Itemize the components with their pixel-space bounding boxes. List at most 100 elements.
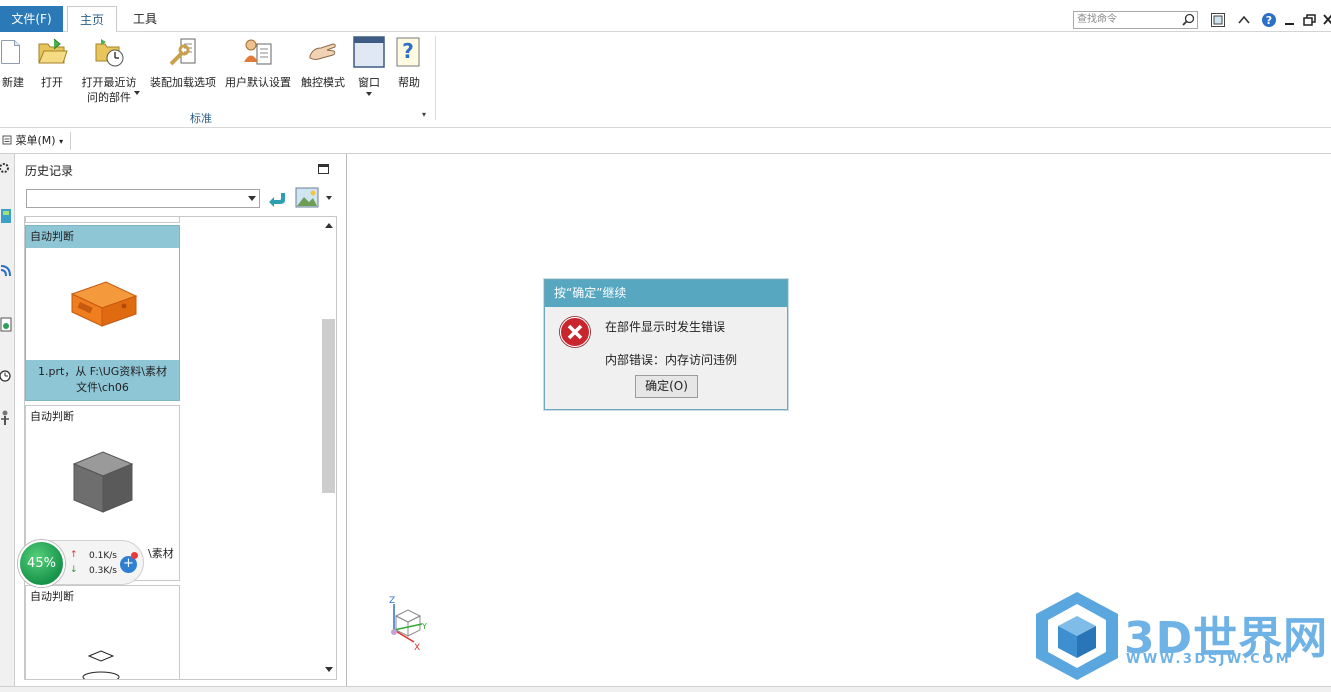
- card-path-2: 文件\ch06: [76, 381, 129, 394]
- sketch-part-icon: [82, 650, 120, 679]
- part-thumbnail: [26, 248, 179, 360]
- part-navigator-icon[interactable]: [0, 314, 14, 334]
- download-arrow-icon: ↓: [70, 565, 78, 575]
- panel-title: 历史记录: [25, 164, 74, 178]
- list-item[interactable]: 自动判断 1.prt，从 F:\UG资料\素材 文件\ch06: [25, 225, 180, 401]
- card-path-partial: \素材: [148, 547, 174, 560]
- assembly-load-options-icon: [169, 38, 196, 66]
- card-path-1: 1.prt，从 F:\UG资料\素材: [38, 365, 167, 378]
- group-launcher-icon[interactable]: ▾: [422, 110, 426, 119]
- triad-x-label: X: [414, 643, 420, 652]
- back-arrow-icon[interactable]: [268, 189, 288, 209]
- roles-icon[interactable]: [0, 408, 14, 428]
- thumbnail-chevron-down-icon[interactable]: [326, 196, 332, 200]
- touch-mode-label: 触控模式: [301, 76, 345, 89]
- touch-mode-icon: [309, 43, 336, 60]
- menu-button[interactable]: 菜单(M) ▾: [0, 132, 63, 150]
- menu-row: 菜单(M) ▾: [0, 128, 1331, 154]
- history-filter-select[interactable]: [26, 189, 260, 208]
- user-defaults-label: 用户默认设置: [225, 76, 291, 89]
- list-item[interactable]: [25, 217, 180, 223]
- constraint-navigator-icon[interactable]: [0, 260, 14, 280]
- scrollbar-thumb[interactable]: [322, 319, 335, 493]
- history-list: 自动判断 1.prt，从 F:\UG资料\素材 文件\ch06 自动判断 \素材…: [24, 216, 337, 680]
- group-separator: [435, 36, 436, 120]
- ribbon: 新建 打开 打开最近访 问的部件 装配加载选项 用户默认设置 触控模式 窗口 ?…: [0, 32, 1331, 128]
- dialog-title: 按“确定”继续: [545, 280, 787, 307]
- gray-cube-part-icon: [72, 451, 134, 513]
- upload-arrow-icon: ↑: [70, 550, 78, 560]
- thumbnail-view-icon[interactable]: [295, 187, 321, 209]
- dialog-message: 在部件显示时发生错误: [605, 320, 726, 334]
- list-item[interactable]: 自动判断: [25, 585, 180, 679]
- menu-chevron-down-icon: ▾: [59, 137, 64, 146]
- open-recent-parts-button[interactable]: 打开最近访 问的部件: [76, 36, 142, 105]
- new-label: 新建: [2, 76, 24, 89]
- part-thumbnail: [26, 428, 179, 540]
- card-footer: 1.prt，从 F:\UG资料\素材 文件\ch06: [26, 360, 179, 400]
- view-triad-icon: Z Y X: [389, 596, 427, 652]
- ribbon-tab-bar: 文件(F) 主页 工具 查找命令 ?: [0, 6, 1331, 33]
- card-header: 自动判断: [30, 590, 74, 603]
- tab-tools[interactable]: 工具: [120, 6, 170, 32]
- chevron-down-icon[interactable]: [134, 91, 140, 95]
- close-icon[interactable]: [1322, 12, 1331, 28]
- user-defaults-button[interactable]: 用户默认设置: [222, 36, 294, 90]
- error-icon: [559, 316, 591, 348]
- user-defaults-icon: [244, 39, 272, 65]
- minimize-icon[interactable]: [1282, 12, 1298, 28]
- graphics-window[interactable]: Z Y X 3D世界网 WWW.3DSJW.COM: [348, 154, 1331, 686]
- svg-text:?: ?: [1266, 14, 1272, 27]
- tab-home[interactable]: 主页: [67, 6, 117, 33]
- open-folder-icon: [38, 38, 68, 64]
- help-button[interactable]: ? 帮助: [392, 36, 426, 90]
- card-header: 自动判断: [26, 226, 179, 248]
- help-circle-icon[interactable]: ?: [1261, 12, 1277, 28]
- history-panel: 历史记录 自动判断 1.prt，从 F:\UG资料\素材 文件\ch06 自动判…: [16, 154, 347, 686]
- open-label: 打开: [41, 76, 63, 89]
- speed-percent-ball[interactable]: 45%: [18, 540, 65, 587]
- new-button[interactable]: 新建: [0, 36, 26, 90]
- open-recent-label-1: 打开最近访: [81, 76, 137, 89]
- svg-text:?: ?: [402, 39, 414, 63]
- history-clock-icon[interactable]: [0, 366, 14, 386]
- scrollbar[interactable]: [321, 217, 336, 679]
- settings-gear-icon[interactable]: [0, 158, 14, 178]
- triad-y-label: Y: [421, 622, 427, 631]
- menu-label: 菜单(M): [15, 134, 56, 147]
- dialog-detail: 内部错误：内存访问违例: [605, 353, 738, 367]
- tab-file[interactable]: 文件(F): [0, 6, 63, 32]
- resource-bar: [0, 154, 15, 686]
- scroll-down-icon[interactable]: [325, 667, 333, 672]
- command-search-input[interactable]: 查找命令: [1073, 11, 1198, 29]
- maximize-panel-icon[interactable]: [318, 164, 329, 174]
- assembly-load-options-button[interactable]: 装配加载选项: [148, 36, 218, 90]
- new-file-icon: [1, 40, 20, 64]
- open-recent-label-2: 问的部件: [87, 91, 131, 104]
- window-button[interactable]: 窗口: [352, 36, 386, 96]
- touch-mode-button[interactable]: 触控模式: [298, 36, 348, 90]
- fit-window-icon[interactable]: [1210, 12, 1226, 28]
- search-placeholder: 查找命令: [1077, 14, 1117, 25]
- search-icon[interactable]: [1182, 13, 1195, 26]
- window-icon: [353, 36, 385, 68]
- ok-button[interactable]: 确定(O): [635, 375, 698, 398]
- orange-block-part-icon: [70, 281, 138, 327]
- help-icon: ?: [396, 37, 420, 67]
- card-header: 自动判断: [30, 410, 74, 423]
- restore-icon[interactable]: [1302, 12, 1318, 28]
- error-dialog: 按“确定”继续 在部件显示时发生错误 内部错误：内存访问违例 确定(O): [544, 279, 788, 410]
- assembly-navigator-icon[interactable]: [0, 206, 14, 226]
- group-label-standard: 标准: [190, 112, 212, 125]
- menu-icon: [2, 135, 12, 145]
- window-chevron-down-icon[interactable]: [366, 92, 372, 96]
- menu-separator: [70, 132, 71, 150]
- open-button[interactable]: 打开: [34, 36, 70, 90]
- chevron-down-icon: [248, 196, 256, 201]
- download-speed: 0.3K/s: [89, 566, 117, 576]
- scroll-up-icon[interactable]: [325, 223, 333, 228]
- assembly-load-options-label: 装配加载选项: [150, 76, 216, 89]
- collapse-ribbon-icon[interactable]: [1236, 12, 1252, 28]
- watermark-url: WWW.3DSJW.COM: [1126, 652, 1292, 667]
- status-bar: [0, 686, 1331, 692]
